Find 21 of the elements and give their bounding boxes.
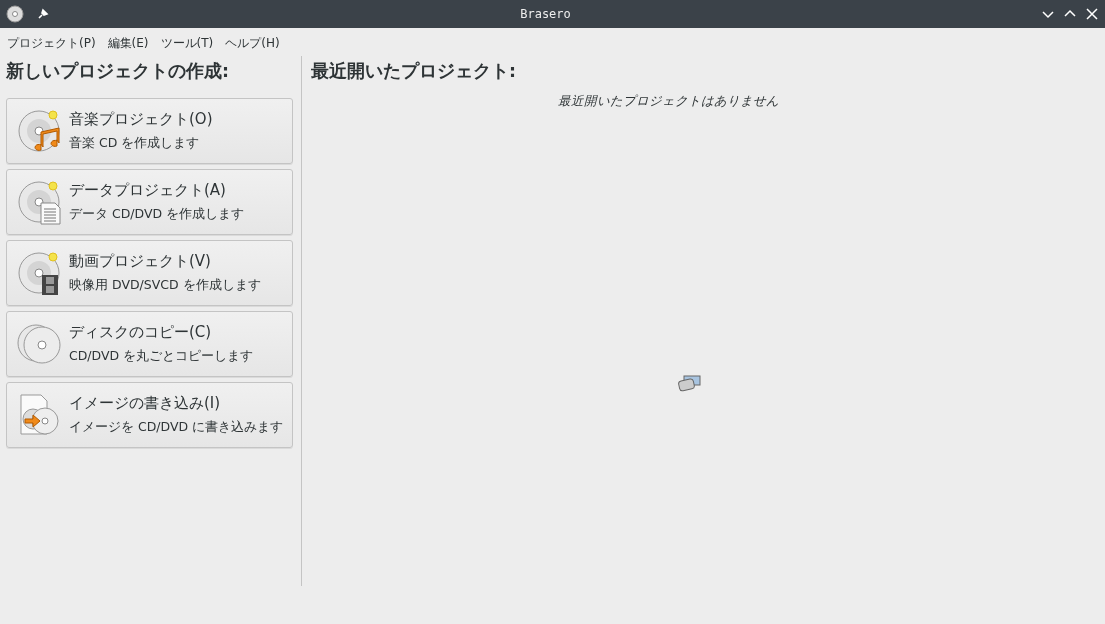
disc-app-icon bbox=[6, 5, 24, 23]
project-button[interactable]: ディスクのコピー(C) CD/DVD を丸ごとコピーします bbox=[6, 311, 293, 377]
close-icon[interactable] bbox=[1085, 7, 1099, 21]
menu-item[interactable]: 編集(E) bbox=[107, 35, 149, 52]
project-button[interactable]: 動画プロジェクト(V) 映像用 DVD/SVCD を作成します bbox=[6, 240, 293, 306]
section-heading: 最近開いたプロジェクト: bbox=[311, 60, 516, 83]
window-title: Brasero bbox=[519, 7, 572, 21]
menu-item[interactable]: ツール(T) bbox=[160, 35, 214, 52]
disc-music-icon bbox=[17, 108, 63, 154]
project-button[interactable]: 音楽プロジェクト(O) 音楽 CD を作成します bbox=[6, 98, 293, 164]
empty-message: 最近開いたプロジェクトはありません bbox=[557, 93, 779, 110]
disc-film-icon bbox=[17, 250, 63, 296]
project-button[interactable]: データプロジェクト(A) データ CD/DVD を作成します bbox=[6, 169, 293, 235]
section-heading: 新しいプロジェクトの作成: bbox=[6, 60, 229, 83]
project-button[interactable]: イメージの書き込み(I) イメージを CD/DVD に書き込みます bbox=[6, 382, 293, 448]
disc-copy-icon bbox=[17, 321, 63, 367]
pin-icon[interactable] bbox=[36, 7, 50, 21]
menu-item[interactable]: ヘルプ(H) bbox=[225, 35, 280, 52]
disc-document-icon bbox=[17, 179, 63, 225]
disc-drive-icon bbox=[678, 374, 702, 392]
menu-item[interactable]: プロジェクト(P) bbox=[7, 35, 96, 52]
